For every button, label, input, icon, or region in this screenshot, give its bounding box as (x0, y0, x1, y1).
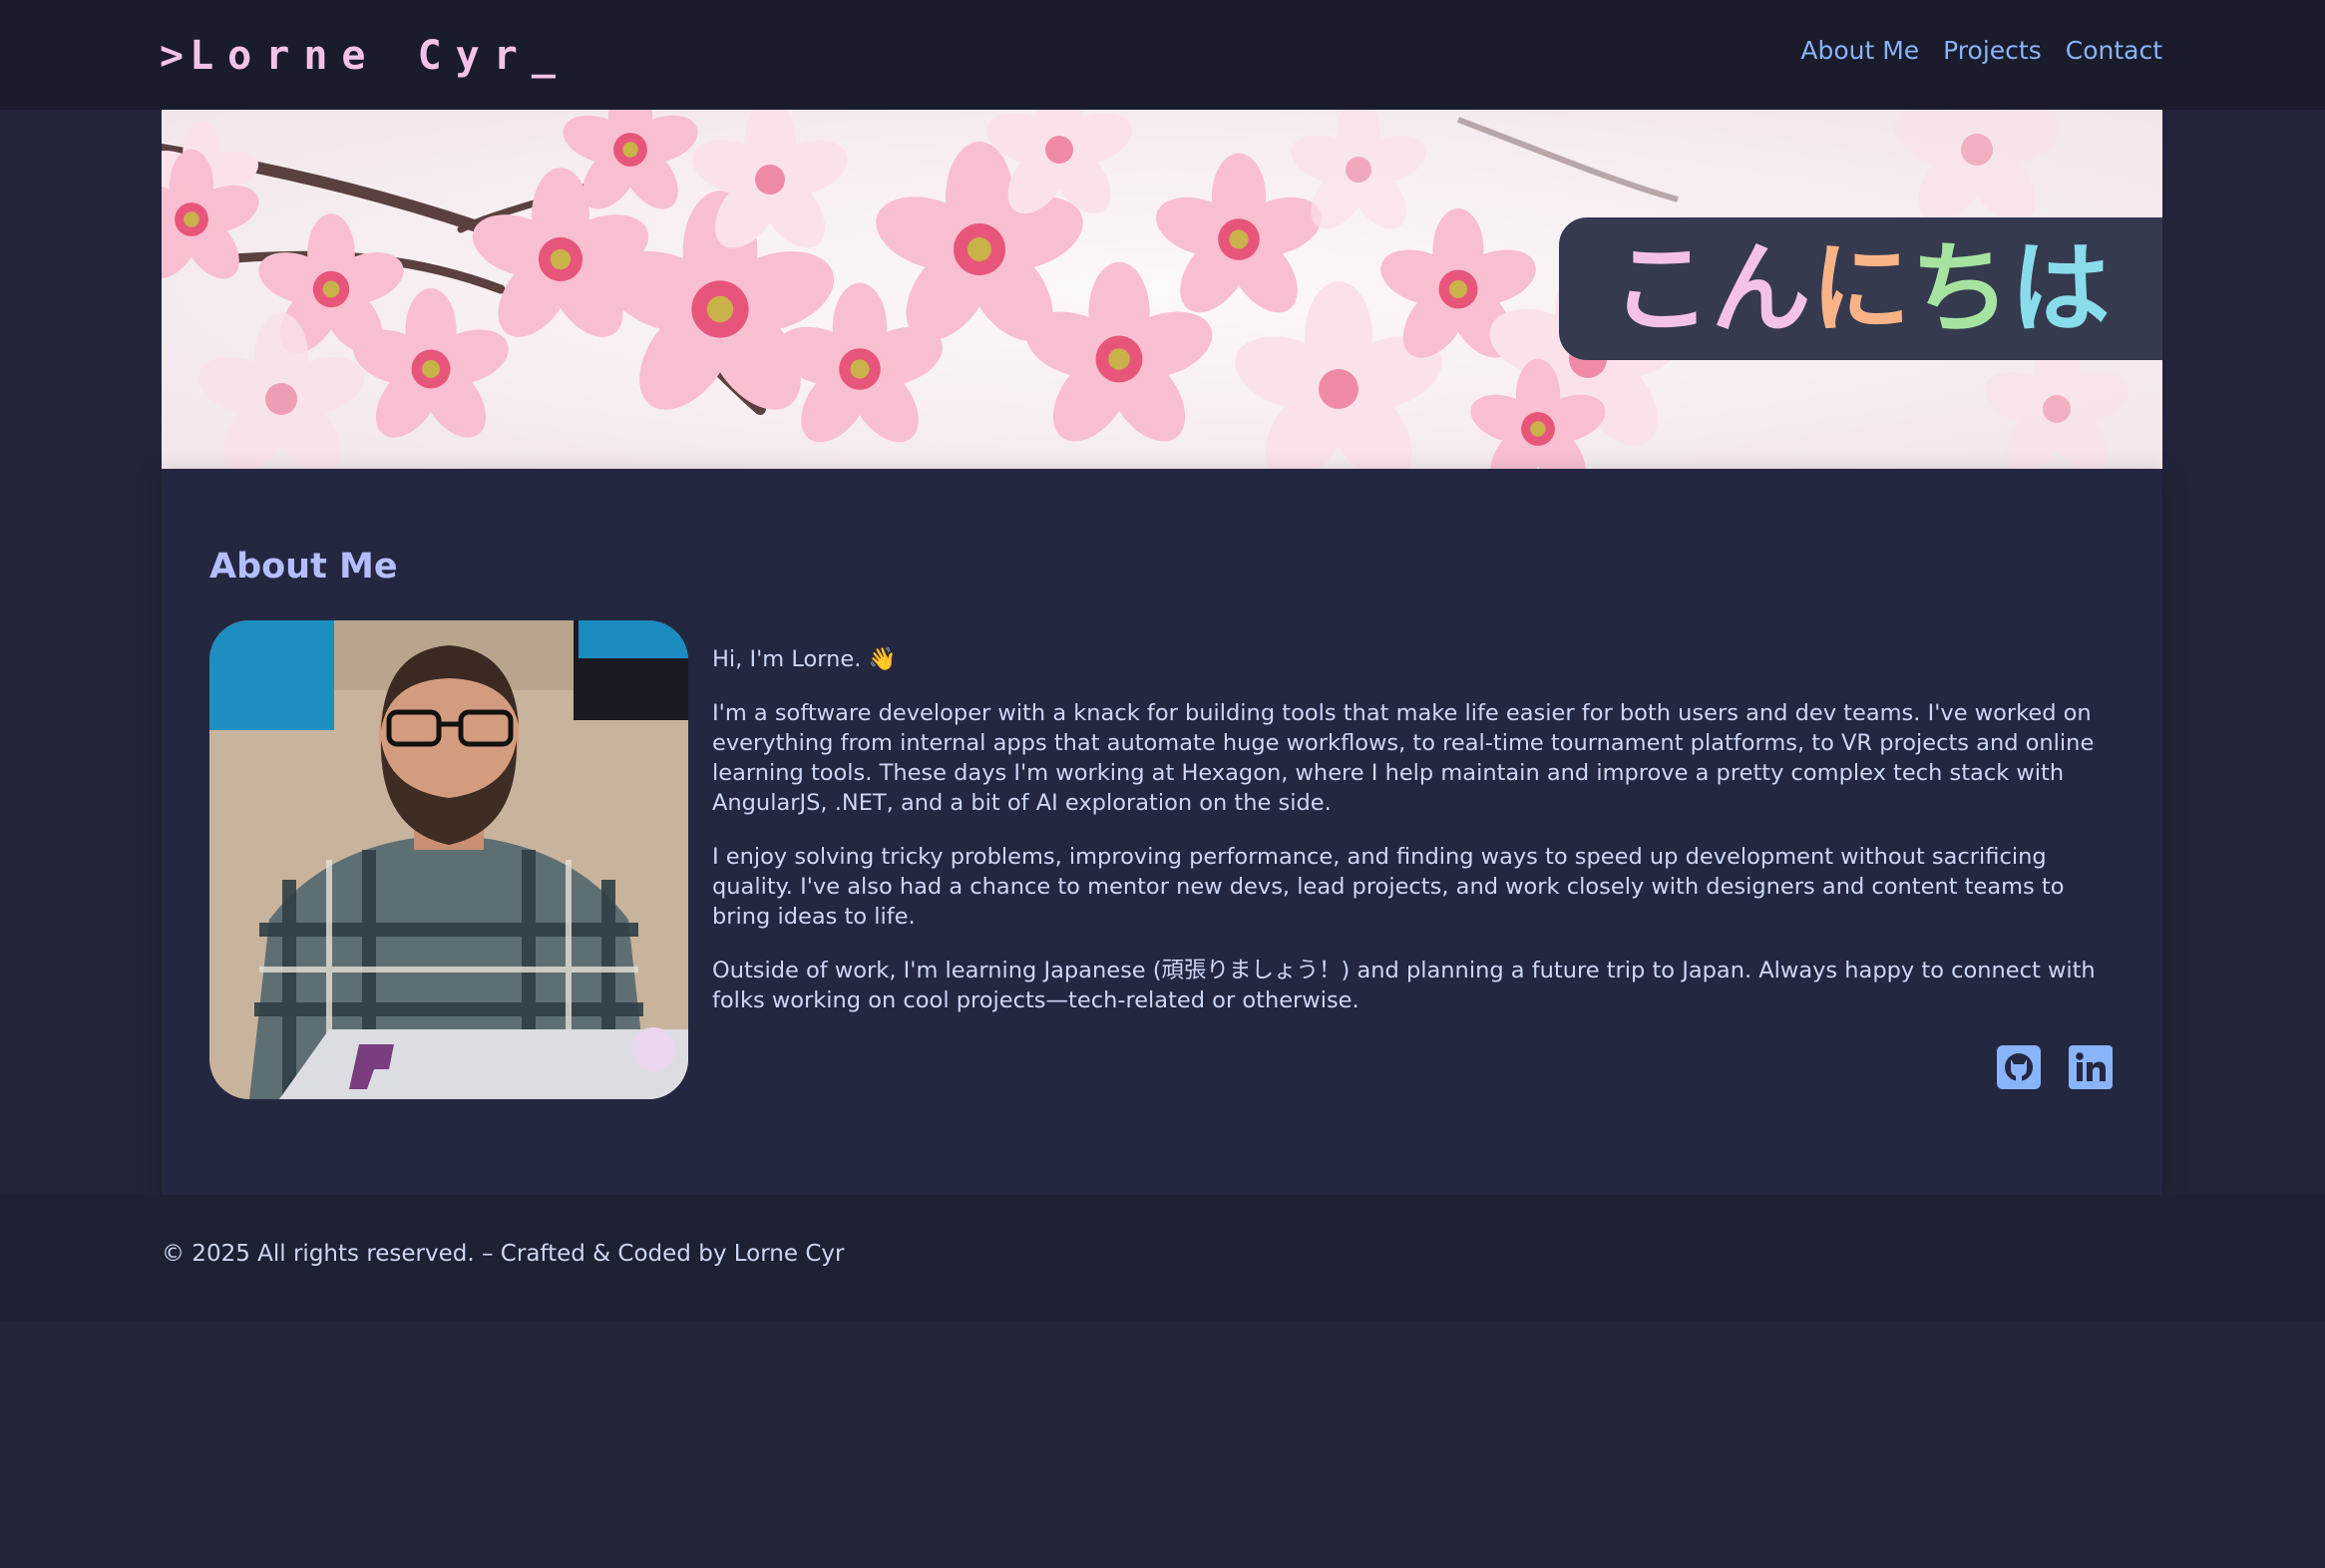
greeting-char-ni: に (1810, 229, 1911, 347)
github-icon (1997, 1045, 2041, 1089)
linkedin-icon (2069, 1045, 2113, 1089)
bio-paragraph: Outside of work, I'm learning Japanese (… (712, 958, 2096, 1013)
site-header: > Lorne Cyr _ About Me Projects Contact (0, 0, 2325, 110)
about-me-section: About Me Hi, I'm Lorne. 👋 I'm a software… (162, 469, 2162, 1195)
site-footer: © 2025 All rights reserved. – Crafted & … (0, 1195, 2325, 1321)
blinking-cursor: _ (531, 33, 556, 79)
terminal-prompt-icon: > (160, 33, 185, 79)
section-title: About Me (209, 547, 398, 587)
greeting-badge: こ ん に ち は (1559, 217, 2162, 360)
bio-text: Hi, I'm Lorne. 👋 I'm a software develope… (712, 644, 2129, 1039)
brand-name: Lorne Cyr (190, 33, 532, 79)
greeting-char-chi: ち (1910, 229, 2011, 347)
nav-link-projects[interactable]: Projects (1943, 36, 2042, 65)
social-links (1997, 1045, 2113, 1089)
bio-paragraph: I enjoy solving tricky problems, improvi… (712, 844, 2065, 930)
main-nav: About Me Projects Contact (1800, 36, 2162, 65)
greeting-char-ko: こ (1611, 229, 1712, 347)
nav-link-about-me[interactable]: About Me (1800, 36, 1919, 65)
bio-paragraph: I'm a software developer with a knack fo… (712, 700, 2095, 816)
site-logo[interactable]: > Lorne Cyr _ (160, 28, 556, 84)
greeting-char-n: ん (1711, 229, 1811, 347)
cherry-blossom-banner: こ ん に ち は (162, 110, 2162, 469)
profile-photo-illustration (209, 620, 688, 1099)
nav-link-contact[interactable]: Contact (2066, 36, 2162, 65)
copyright-text: © 2025 All rights reserved. – Crafted & … (162, 1241, 845, 1267)
profile-photo (209, 620, 688, 1099)
greeting-char-ha: は (2010, 229, 2111, 347)
linkedin-link[interactable] (2069, 1045, 2113, 1089)
github-link[interactable] (1997, 1045, 2041, 1089)
bio-greeting: Hi, I'm Lorne. 👋 (712, 646, 897, 672)
